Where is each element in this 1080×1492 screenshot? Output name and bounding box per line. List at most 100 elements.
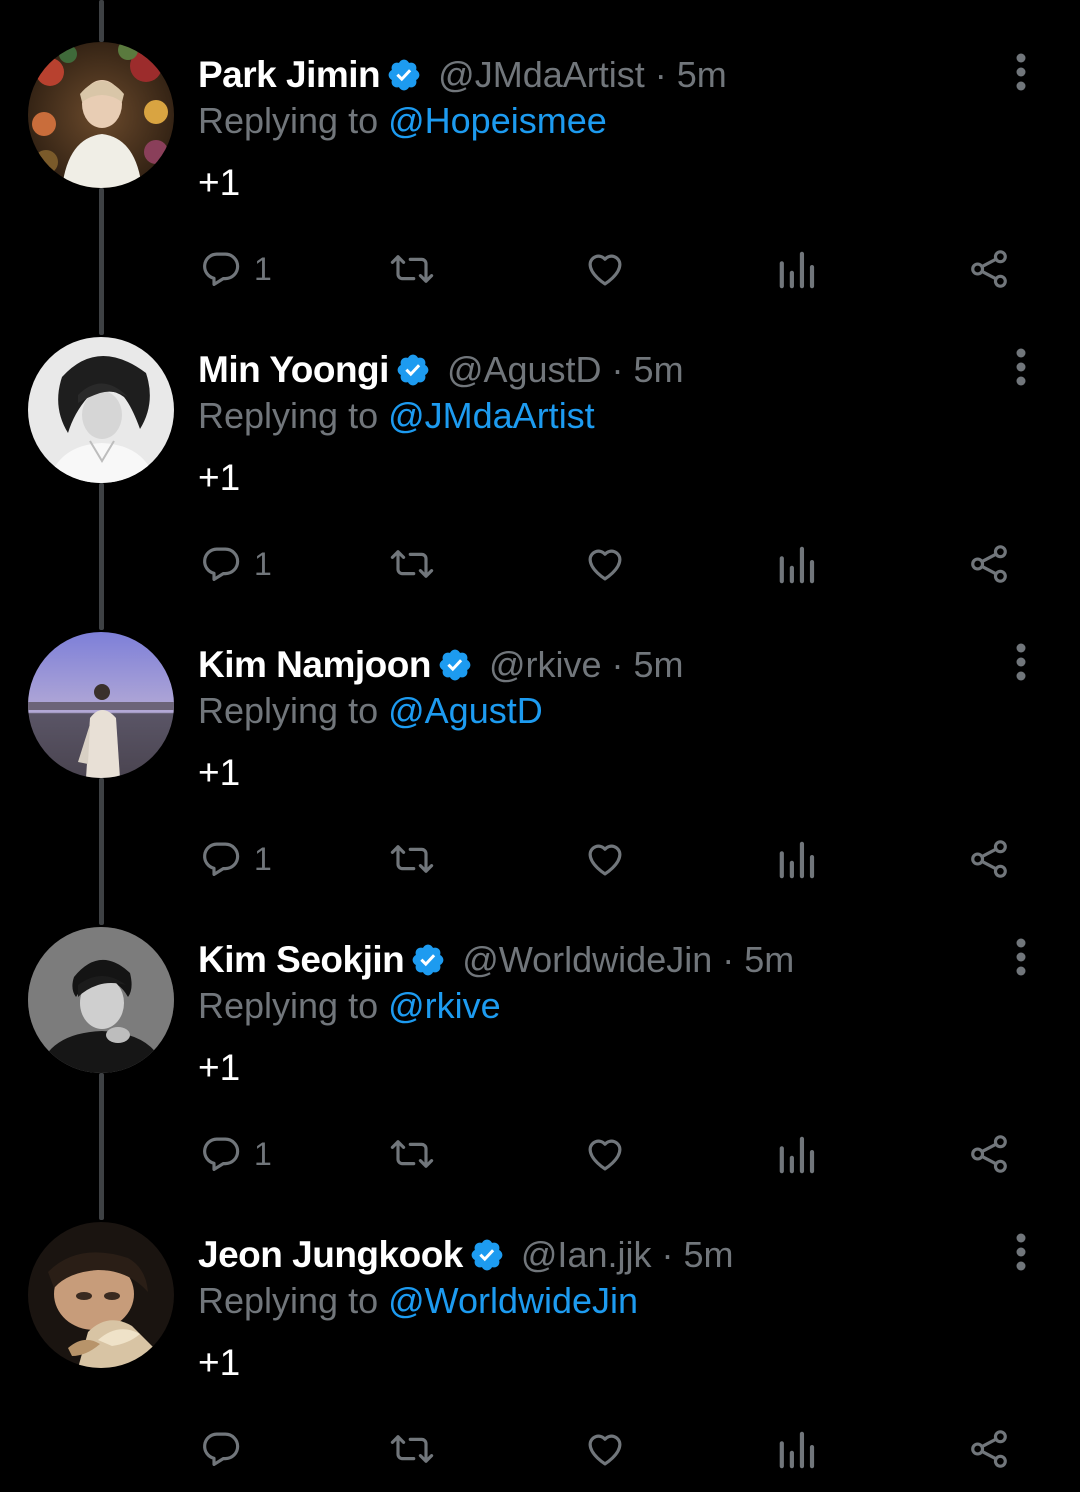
tweet-text: +1 — [198, 752, 241, 793]
handle[interactable]: @rkive — [489, 644, 602, 686]
mention-link[interactable]: @Hopeismee — [388, 100, 607, 141]
verified-badge-icon — [410, 942, 446, 978]
retweet-icon — [390, 1435, 434, 1463]
verified-badge-icon — [469, 1237, 505, 1273]
views-button[interactable] — [778, 836, 816, 882]
more-vertical-icon[interactable] — [1008, 347, 1034, 387]
share-button[interactable] — [968, 246, 1010, 292]
handle[interactable]: @AgustD — [447, 349, 602, 391]
heart-icon — [588, 844, 622, 876]
mention-link[interactable]: @JMdaArtist — [388, 395, 595, 436]
bar-chart-icon — [779, 841, 815, 879]
tweet[interactable]: Kim Seokjin @WorldwideJin · 5m Replying … — [0, 885, 1080, 1180]
display-name[interactable]: Kim Namjoon — [198, 644, 431, 686]
views-button[interactable] — [778, 541, 816, 587]
action-bar: 1 — [0, 836, 1080, 886]
avatar[interactable] — [28, 927, 174, 1073]
reply-count: 1 — [254, 250, 272, 287]
action-bar: 1 — [0, 541, 1080, 591]
reply-button[interactable]: 1 — [200, 541, 272, 587]
share-button[interactable] — [968, 1131, 1010, 1177]
separator: · — [611, 644, 624, 685]
bar-chart-icon — [779, 1431, 815, 1469]
reply-button[interactable]: 1 — [200, 1131, 272, 1177]
handle[interactable]: @JMdaArtist — [438, 54, 645, 96]
views-button[interactable] — [778, 1131, 816, 1177]
tweet-text: +1 — [198, 1342, 241, 1383]
like-button[interactable] — [583, 1131, 627, 1177]
replying-label: Replying to — [198, 100, 389, 141]
tweet-header: Kim Namjoon @rkive · 5m — [198, 640, 684, 690]
verified-badge-icon — [437, 647, 473, 683]
replying-label: Replying to — [198, 395, 389, 436]
reply-button[interactable]: 1 — [200, 246, 272, 292]
replying-to: Replying to @JMdaArtist — [198, 395, 595, 437]
views-button[interactable] — [778, 246, 816, 292]
tweet-text: +1 — [198, 1047, 241, 1088]
heart-icon — [588, 254, 622, 286]
retweet-button[interactable] — [388, 836, 436, 882]
like-button[interactable] — [583, 836, 627, 882]
mention-link[interactable]: @AgustD — [388, 690, 543, 731]
display-name[interactable]: Kim Seokjin — [198, 939, 405, 981]
tweet-text: +1 — [198, 162, 241, 203]
like-button[interactable] — [583, 541, 627, 587]
tweet-header: Min Yoongi @AgustD · 5m — [198, 345, 684, 395]
retweet-icon — [390, 845, 434, 873]
display-name[interactable]: Min Yoongi — [198, 349, 389, 391]
share-icon — [971, 1135, 1007, 1173]
more-vertical-icon[interactable] — [1008, 937, 1034, 977]
retweet-button[interactable] — [388, 1131, 436, 1177]
reply-count: 1 — [254, 545, 272, 582]
tweet[interactable]: Park Jimin @JMdaArtist · 5m Replying to … — [0, 0, 1080, 295]
reply-button[interactable]: 1 — [200, 836, 272, 882]
timestamp[interactable]: 5m — [744, 939, 794, 981]
tweet[interactable]: Min Yoongi @AgustD · 5m Replying to @JMd… — [0, 295, 1080, 590]
mention-link[interactable]: @WorldwideJin — [388, 1280, 638, 1321]
display-name[interactable]: Park Jimin — [198, 54, 381, 96]
more-vertical-icon[interactable] — [1008, 1232, 1034, 1272]
timestamp[interactable]: 5m — [634, 349, 684, 391]
like-button[interactable] — [583, 1426, 627, 1472]
retweet-icon — [390, 255, 434, 283]
avatar[interactable] — [28, 42, 174, 188]
tweet[interactable]: Jeon Jungkook @Ian.jjk · 5m Replying to … — [0, 1180, 1080, 1475]
tweet[interactable]: Kim Namjoon @rkive · 5m Replying to @Agu… — [0, 590, 1080, 885]
heart-icon — [588, 549, 622, 581]
timestamp[interactable]: 5m — [634, 644, 684, 686]
timestamp[interactable]: 5m — [677, 54, 727, 96]
share-button[interactable] — [968, 836, 1010, 882]
separator: · — [611, 349, 624, 390]
handle[interactable]: @Ian.jjk — [521, 1234, 652, 1276]
reply-count: 1 — [254, 1135, 272, 1172]
display-name[interactable]: Jeon Jungkook — [198, 1234, 463, 1276]
retweet-icon — [390, 550, 434, 578]
more-vertical-icon[interactable] — [1008, 642, 1034, 682]
reply-icon — [203, 547, 240, 581]
replying-to: Replying to @Hopeismee — [198, 100, 607, 142]
retweet-button[interactable] — [388, 1426, 436, 1472]
avatar[interactable] — [28, 632, 174, 778]
replying-label: Replying to — [198, 1280, 389, 1321]
handle[interactable]: @WorldwideJin — [462, 939, 712, 981]
reply-button[interactable] — [200, 1426, 254, 1472]
retweet-button[interactable] — [388, 541, 436, 587]
tweet-text: +1 — [198, 457, 241, 498]
verified-badge-icon — [386, 57, 422, 93]
views-button[interactable] — [778, 1426, 816, 1472]
avatar[interactable] — [28, 1222, 174, 1368]
share-button[interactable] — [968, 1426, 1010, 1472]
action-bar — [0, 1426, 1080, 1476]
share-icon — [971, 250, 1007, 288]
separator: · — [654, 54, 667, 95]
like-button[interactable] — [583, 246, 627, 292]
reply-icon — [203, 1432, 240, 1466]
heart-icon — [588, 1139, 622, 1171]
share-button[interactable] — [968, 541, 1010, 587]
timestamp[interactable]: 5m — [683, 1234, 733, 1276]
bar-chart-icon — [779, 1136, 815, 1174]
mention-link[interactable]: @rkive — [388, 985, 501, 1026]
retweet-button[interactable] — [388, 246, 436, 292]
more-vertical-icon[interactable] — [1008, 52, 1034, 92]
avatar[interactable] — [28, 337, 174, 483]
